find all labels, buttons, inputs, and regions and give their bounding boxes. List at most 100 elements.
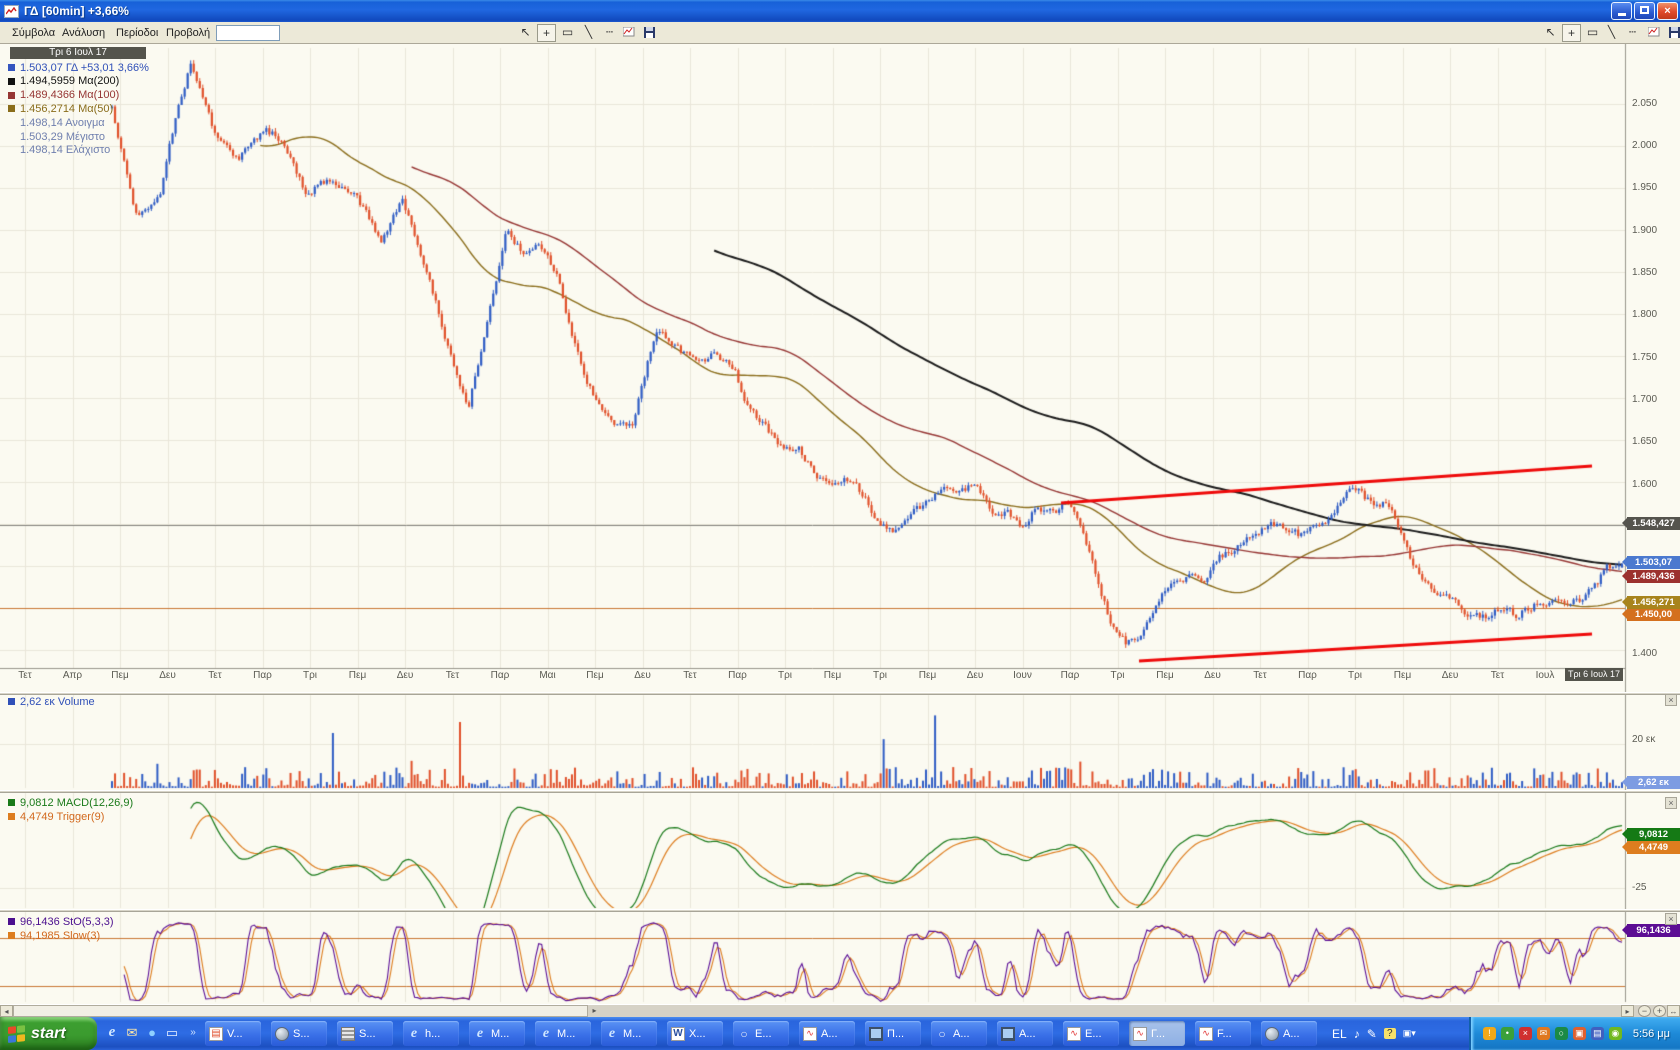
network-icon[interactable]: • xyxy=(1501,1027,1514,1040)
macd-axis-label: -25 xyxy=(1632,882,1646,893)
show-desktop-icon[interactable]: ▭ xyxy=(163,1024,181,1042)
new-chart-tool-icon[interactable] xyxy=(1644,24,1663,42)
macd-legend-2: 4,4749 Trigger(9) xyxy=(8,810,104,823)
minimize-button[interactable] xyxy=(1611,2,1632,20)
symbol-input[interactable] xyxy=(216,25,280,41)
task-button[interactable]: eM... xyxy=(601,1021,657,1046)
menu-Ανάλυση[interactable]: Ανάλυση xyxy=(56,25,111,41)
menu-Σύμβολα[interactable]: Σύμβολα xyxy=(6,25,61,41)
mail-notify-icon[interactable]: ✉ xyxy=(1537,1027,1550,1040)
task-button[interactable]: A... xyxy=(997,1021,1053,1046)
task-button[interactable]: ∿A... xyxy=(799,1021,855,1046)
price-tag: 1.456,271 xyxy=(1627,596,1680,609)
price-pane[interactable] xyxy=(0,44,1625,668)
time-tick-label: Πεμ xyxy=(349,670,366,681)
legend-item: 1.498,14 Ανοιγμα xyxy=(8,116,105,129)
task-button[interactable]: WX... xyxy=(667,1021,723,1046)
pointer-tool-icon[interactable]: ↖ xyxy=(516,24,535,42)
zoom-box-tool-icon[interactable]: ▭ xyxy=(558,24,577,42)
save-tool-icon[interactable] xyxy=(640,24,659,42)
task-button[interactable]: Π... xyxy=(865,1021,921,1046)
price-tag: 1.548,427 xyxy=(1627,517,1680,530)
legend-text: 1.498,14 Ελάχιστο xyxy=(20,144,110,156)
task-button[interactable]: ○A... xyxy=(931,1021,987,1046)
time-tick-label: Δευ xyxy=(1204,670,1221,681)
stochastic-pane-close-icon[interactable]: × xyxy=(1665,913,1677,925)
time-tick-label: Δευ xyxy=(397,670,414,681)
antivirus-icon[interactable]: ▣ xyxy=(1573,1027,1586,1040)
trendline-tool-icon[interactable]: ╲ xyxy=(1602,24,1621,42)
scrollbar-thumb[interactable] xyxy=(13,1005,588,1017)
stochastic-pane[interactable] xyxy=(0,912,1625,1004)
crosshair-tool-icon[interactable]: + xyxy=(1562,24,1581,42)
alert-icon[interactable]: × xyxy=(1519,1027,1532,1040)
volume-pane-close-icon[interactable]: × xyxy=(1665,694,1677,706)
menu-Προβολή[interactable]: Προβολή xyxy=(160,25,216,41)
print-icon[interactable]: ▤ xyxy=(1591,1027,1604,1040)
microphone-icon[interactable]: ♪ xyxy=(1354,1027,1360,1041)
messenger-icon[interactable]: ● xyxy=(143,1024,161,1042)
time-tick-label: Τετ xyxy=(446,670,459,681)
pane-separator[interactable] xyxy=(0,909,1680,912)
pane-separator[interactable] xyxy=(0,790,1680,793)
zoom-out-icon[interactable]: − xyxy=(1638,1005,1651,1017)
pane-separator[interactable] xyxy=(0,692,1680,695)
menu-Περίοδοι[interactable]: Περίοδοι xyxy=(110,25,164,41)
save-tool-icon[interactable] xyxy=(1665,24,1680,42)
antispy-icon[interactable]: ○ xyxy=(1555,1027,1568,1040)
task-button-label: h... xyxy=(425,1028,440,1040)
task-button[interactable]: ∿E... xyxy=(1063,1021,1119,1046)
ie-icon[interactable]: e xyxy=(103,1024,121,1042)
start-button[interactable]: start xyxy=(0,1017,97,1050)
time-tick-label: Δευ xyxy=(1442,670,1459,681)
price-tag: 1.450,00 xyxy=(1627,608,1680,621)
globe-icon xyxy=(1265,1027,1279,1041)
overflow-chevron-icon[interactable]: » xyxy=(184,1024,202,1042)
time-tick-label: Τετ xyxy=(1253,670,1266,681)
close-button[interactable]: × xyxy=(1657,2,1678,20)
volume-pane[interactable] xyxy=(0,695,1625,790)
task-button[interactable]: A... xyxy=(1261,1021,1317,1046)
dotted-line-tool-icon[interactable]: ┄ xyxy=(600,24,619,42)
task-button[interactable]: eM... xyxy=(535,1021,591,1046)
task-button[interactable]: S... xyxy=(337,1021,393,1046)
input-panel-icon[interactable]: ✎ xyxy=(1367,1027,1377,1041)
help-icon[interactable]: ? xyxy=(1384,1028,1396,1039)
pointer-tool-icon[interactable]: ↖ xyxy=(1541,24,1560,42)
time-tick-label: Μαι xyxy=(539,670,555,681)
scroll-left-icon[interactable]: ◂ xyxy=(0,1005,13,1017)
security-center-icon[interactable]: ! xyxy=(1483,1027,1496,1040)
zoom-box-tool-icon[interactable]: ▭ xyxy=(1583,24,1602,42)
restore-button[interactable] xyxy=(1634,2,1655,20)
zoom-in-icon[interactable]: + xyxy=(1653,1005,1666,1017)
mail-icon[interactable]: ✉ xyxy=(123,1024,141,1042)
scroll-right-icon[interactable]: ▸ xyxy=(1621,1005,1634,1017)
task-button[interactable]: ∿F... xyxy=(1195,1021,1251,1046)
stochastic-legend-2: 94,1985 Slow(3) xyxy=(8,929,100,942)
language-indicator[interactable]: EL xyxy=(1332,1027,1347,1041)
new-chart-tool-icon[interactable] xyxy=(619,24,638,42)
scroll-mid-icon[interactable]: ▸ xyxy=(588,1005,601,1017)
task-button-label: A... xyxy=(1283,1028,1300,1040)
trigger-swatch xyxy=(8,813,15,820)
task-button[interactable]: ○E... xyxy=(733,1021,789,1046)
task-button[interactable]: ∿Γ... xyxy=(1129,1021,1185,1046)
task-button[interactable]: ▤V... xyxy=(205,1021,261,1046)
fit-width-icon[interactable]: ↔ xyxy=(1667,1005,1680,1017)
macd-pane-close-icon[interactable]: × xyxy=(1665,797,1677,809)
horizontal-scrollbar[interactable]: ◂ ▸ ▸ − + ↔ xyxy=(0,1004,1680,1017)
toolbar-options-icon[interactable]: ▣▾ xyxy=(1403,1028,1416,1039)
task-button[interactable]: eh... xyxy=(403,1021,459,1046)
titlebar[interactable]: ΓΔ [60min] +3,66% × xyxy=(0,0,1680,22)
terminal-icon xyxy=(341,1027,355,1041)
dotted-line-tool-icon[interactable]: ┄ xyxy=(1623,24,1642,42)
app-chart-icon xyxy=(4,5,19,18)
crosshair-tool-icon[interactable]: + xyxy=(537,24,556,42)
gpu-icon[interactable]: ◉ xyxy=(1609,1027,1622,1040)
window-title: ΓΔ [60min] +3,66% xyxy=(24,4,129,18)
task-button[interactable]: S... xyxy=(271,1021,327,1046)
trendline-tool-icon[interactable]: ╲ xyxy=(579,24,598,42)
task-button-label: A... xyxy=(1019,1028,1036,1040)
task-button[interactable]: eM... xyxy=(469,1021,525,1046)
macd-pane[interactable] xyxy=(0,793,1625,909)
